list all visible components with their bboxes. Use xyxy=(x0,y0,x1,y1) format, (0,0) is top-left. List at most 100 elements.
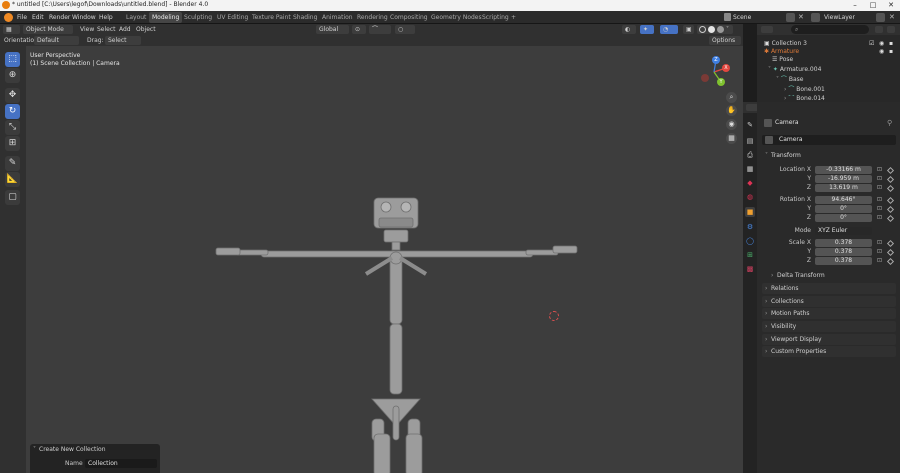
3d-cursor-icon[interactable] xyxy=(549,311,559,321)
tab-shading[interactable]: Shading xyxy=(290,12,320,23)
eye-icon[interactable]: ◉ xyxy=(879,48,884,56)
output-tab-icon[interactable]: ⎙ xyxy=(745,150,755,160)
camera-view-icon[interactable]: ◉ xyxy=(726,119,737,130)
new-collection-icon[interactable] xyxy=(887,26,895,33)
add-cube-tool-icon[interactable]: ▢ xyxy=(5,190,20,205)
menu-file[interactable]: File xyxy=(17,13,27,22)
rotation-y-field[interactable]: 0° xyxy=(815,205,872,213)
visibility-filter-icon[interactable]: ◐ xyxy=(622,25,636,34)
rotation-z-field[interactable]: 0° xyxy=(815,214,872,222)
tab-geometry-nodes[interactable]: Geometry Nodes xyxy=(428,12,485,23)
section-custom-properties[interactable]: › Custom Properties xyxy=(762,346,896,357)
menu-window[interactable]: Window xyxy=(72,13,96,22)
physics-tab-icon[interactable]: ◯ xyxy=(745,236,755,246)
outliner-search-icon[interactable]: ⌕ xyxy=(791,25,869,34)
tab-rendering[interactable]: Rendering xyxy=(354,12,391,23)
shading-dropdown-icon[interactable]: ˅ xyxy=(726,26,732,33)
constraints-tab-icon[interactable]: ⊞ xyxy=(745,250,755,260)
object-tab-icon[interactable]: ■ xyxy=(745,207,755,217)
solid-shading-icon[interactable] xyxy=(708,26,715,33)
camera-icon[interactable]: ▪ xyxy=(889,48,893,56)
outliner-row[interactable]: › ⌒ Bone.014 xyxy=(757,95,900,102)
gizmo-toggle-icon[interactable]: ✦ xyxy=(640,25,654,34)
lock-icon[interactable]: ⊡ xyxy=(877,184,882,192)
overlays-toggle-icon[interactable]: ◔ xyxy=(660,25,678,34)
outliner-row[interactable]: ▣ Collection 3 ☑ ◉ ▪ xyxy=(757,40,900,48)
section-collections[interactable]: › Collections xyxy=(762,296,896,307)
robot-model[interactable] xyxy=(196,194,596,473)
data-tab-icon[interactable]: ▩ xyxy=(745,264,755,274)
proportional-editing-icon[interactable]: ○ xyxy=(395,25,415,34)
lock-icon[interactable]: ⊡ xyxy=(877,248,882,256)
lock-icon[interactable]: ⊡ xyxy=(877,205,882,213)
transform-section-header[interactable]: ˅ Transform xyxy=(762,150,896,161)
maximize-icon[interactable]: □ xyxy=(864,0,882,11)
scene-name[interactable]: Scene xyxy=(733,13,751,22)
snap-icon[interactable]: ⌒ xyxy=(369,25,391,34)
transform-orientation-select[interactable]: Global xyxy=(316,25,349,34)
menu-help[interactable]: Help xyxy=(99,13,113,22)
outliner-row[interactable]: › ⌒ Bone.001 xyxy=(757,86,900,94)
rotation-x-field[interactable]: 94.646° xyxy=(815,196,872,204)
lock-icon[interactable]: ⊡ xyxy=(877,257,882,265)
3d-viewport[interactable]: User Perspective (1) Scene Collection | … xyxy=(26,46,743,473)
orientation-select[interactable]: Default xyxy=(34,36,79,45)
move-tool-icon[interactable]: ✥ xyxy=(5,88,20,103)
world-tab-icon[interactable]: ◍ xyxy=(745,192,755,202)
drag-select[interactable]: Select Box xyxy=(105,36,141,53)
menu-add[interactable]: Add xyxy=(119,25,131,34)
scale-x-field[interactable]: 0.378 xyxy=(815,239,872,247)
delta-transform-subpanel[interactable]: › Delta Transform xyxy=(768,271,896,281)
tab-texture-paint[interactable]: Texture Paint xyxy=(249,12,294,23)
pan-hand-icon[interactable]: ✋ xyxy=(726,105,737,116)
lock-icon[interactable]: ⊡ xyxy=(877,196,882,204)
scale-z-field[interactable]: 0.378 xyxy=(815,257,872,265)
transform-tool-icon[interactable]: ⊞ xyxy=(5,136,20,151)
view-layer-name[interactable]: ViewLayer xyxy=(824,13,855,22)
gizmo-x-axis-icon[interactable]: X xyxy=(722,64,730,72)
location-y-field[interactable]: -16.959 m xyxy=(815,175,872,183)
checkbox-icon[interactable]: ☑ xyxy=(869,40,874,48)
collection-name-input[interactable]: Collection xyxy=(85,459,157,468)
modifier-tab-icon[interactable]: ⚙ xyxy=(745,222,755,232)
close-icon[interactable]: ✕ xyxy=(882,0,900,11)
measure-tool-icon[interactable]: 📐 xyxy=(5,172,20,187)
section-visibility[interactable]: › Visibility xyxy=(762,321,896,332)
scale-y-field[interactable]: 0.378 xyxy=(815,248,872,256)
annotate-tool-icon[interactable]: ✎ xyxy=(5,156,20,171)
pin-icon[interactable]: ⚲ xyxy=(887,119,892,127)
object-name[interactable]: Camera xyxy=(775,119,799,126)
section-viewport-display[interactable]: › Viewport Display xyxy=(762,334,896,345)
lock-icon[interactable]: ⊡ xyxy=(877,214,882,222)
outliner-row[interactable]: ✱ Armature ◉ ▪ xyxy=(757,48,900,56)
options-dropdown[interactable]: Options xyxy=(709,36,741,45)
location-x-field[interactable]: -0.33166 m xyxy=(815,166,872,174)
gizmo-z-axis-icon[interactable]: Z xyxy=(712,56,720,64)
outliner-filter-icon[interactable] xyxy=(875,26,883,33)
render-tab-icon[interactable]: ▤ xyxy=(745,136,755,146)
object-datablock-field[interactable]: Camera xyxy=(762,135,896,145)
new-view-layer-icon[interactable] xyxy=(876,13,885,22)
wireframe-shading-icon[interactable] xyxy=(699,26,706,33)
tab-uv-editing[interactable]: UV Editing xyxy=(214,12,251,23)
menu-object[interactable]: Object xyxy=(136,25,156,34)
navigation-gizmo[interactable]: X Z Y xyxy=(696,54,732,90)
tab-scripting[interactable]: Scripting xyxy=(479,12,512,23)
select-box-tool-icon[interactable]: ⬚ xyxy=(5,52,20,67)
delete-view-layer-icon[interactable]: ✕ xyxy=(889,13,896,22)
tab-sculpting[interactable]: Sculpting xyxy=(181,12,215,23)
zoom-icon[interactable]: ⌕ xyxy=(726,92,737,103)
blender-menu-icon[interactable] xyxy=(4,13,13,22)
ortho-toggle-icon[interactable]: ▦ xyxy=(726,133,737,144)
xray-toggle-icon[interactable]: ▣ xyxy=(683,25,694,34)
gizmo-neg-x-icon[interactable] xyxy=(701,74,709,82)
tab-animation[interactable]: Animation xyxy=(319,12,356,23)
lock-icon[interactable]: ⊡ xyxy=(877,166,882,174)
tab-modeling[interactable]: Modeling xyxy=(149,12,183,23)
tab-compositing[interactable]: Compositing xyxy=(387,12,431,23)
rotate-tool-icon[interactable]: ↻ xyxy=(5,104,20,119)
menu-select[interactable]: Select xyxy=(97,25,116,34)
lock-icon[interactable]: ⊡ xyxy=(877,239,882,247)
pivot-point-icon[interactable]: ⊙ xyxy=(352,25,366,34)
camera-icon[interactable]: ▪ xyxy=(889,40,893,48)
